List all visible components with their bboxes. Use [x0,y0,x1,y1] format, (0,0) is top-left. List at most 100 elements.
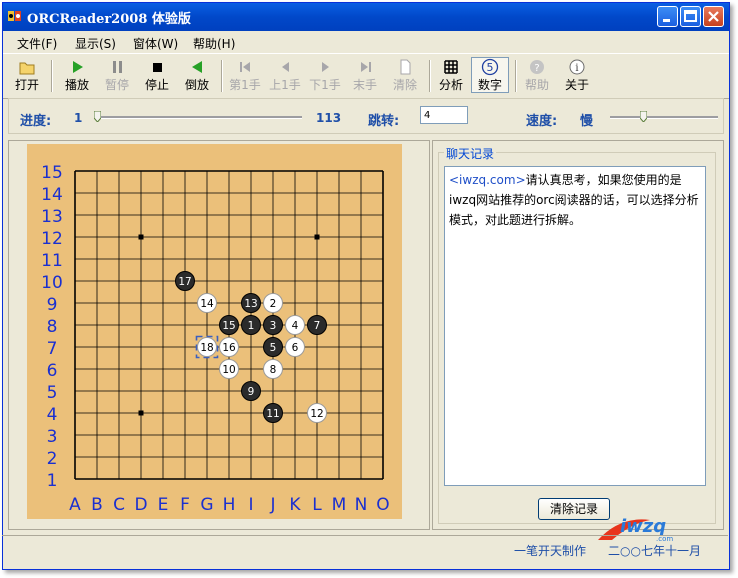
col-label: B [91,495,103,515]
row-label: 2 [47,449,58,469]
svg-text:i: i [575,63,578,74]
stone-number: 4 [292,320,299,332]
progress-slider[interactable] [94,116,302,119]
row-label: 9 [47,295,58,315]
row-label: 8 [47,317,58,337]
maximize-button[interactable] [680,6,701,27]
stop-label: 停止 [144,78,169,92]
title-bar[interactable]: ORCReader2008 体验版 [3,3,729,31]
close-button[interactable] [703,6,724,27]
app-icon [8,11,21,21]
stone-number: 3 [270,320,277,332]
play-button[interactable]: 播放 [59,58,95,94]
progress-min: 1 [74,111,83,125]
stone-number: 9 [248,386,255,398]
minimize-icon [663,19,670,22]
row-label: 11 [41,251,63,271]
reverse-button[interactable]: 倒放 [179,58,215,94]
stone-number: 15 [222,320,235,332]
next-icon [322,62,329,72]
next-move-button[interactable]: 下1手 [307,58,343,94]
row-label: 1 [47,471,58,491]
about-label: 关于 [564,78,589,92]
open-button[interactable]: 打开 [11,58,43,94]
grid-icon [444,60,458,74]
stone-number: 10 [222,364,235,376]
menu-window[interactable]: 窗体(W) [133,35,178,52]
analyze-label: 分析 [438,78,463,92]
speed-label: 速度: [526,114,558,129]
col-label: G [200,495,213,515]
close-icon [708,11,719,22]
menu-view[interactable]: 显示(S) [75,35,116,52]
stone-number: 2 [270,298,277,310]
progress-label: 进度: [20,114,52,129]
prev-move-button[interactable]: 上1手 [267,58,303,94]
stone-number: 17 [178,276,191,288]
go-board[interactable]: 15 14 13 12 11 10 9 8 7 6 5 4 3 2 1 A B C D E F G H I J K L M N O 1 2 3 4… [27,144,402,519]
folder-icon [19,62,35,75]
stone-number: 16 [222,342,236,354]
stone-number: 14 [200,298,214,310]
col-label: J [269,495,275,515]
status-author: 一笔开天制作 [514,544,587,558]
first-move-button[interactable]: 第1手 [227,58,263,94]
col-label: M [332,495,347,515]
col-label: N [355,495,368,515]
clear-label: 清除 [392,78,417,92]
pause-button[interactable]: 暂停 [99,58,135,94]
svg-text:iwzq: iwzq [620,516,666,537]
prev-icon [282,62,289,72]
last-move-button[interactable]: 末手 [347,58,383,94]
row-label: 6 [47,361,58,381]
row-label: 5 [47,383,58,403]
col-label: O [376,495,389,515]
col-label: H [223,495,236,515]
progress-max: 113 [316,111,342,125]
minimize-button[interactable] [657,6,678,27]
window-title: ORCReader2008 体验版 [27,12,191,27]
reverse-play-icon [192,61,202,73]
stop-icon [153,63,162,72]
stone-number: 12 [310,408,323,420]
board-grid[interactable]: 151413121110987654321A B C D E F G H I J K L M N O123 4… [27,144,402,519]
toolbar: 打开 播放 暂停 停止 倒放 第1手 上1手 下1手 末手 清除 分析 5 数字… [3,53,729,99]
play-label: 播放 [64,78,89,92]
prev-move-label: 上1手 [269,78,301,92]
chat-log[interactable]: <iwzq.com>请认真思考，如果您使用的是iwzq网站推荐的orc阅读器的话… [444,166,706,486]
stone-number: 13 [244,298,257,310]
first-move-label: 第1手 [229,78,261,92]
col-label: E [158,495,169,515]
reverse-label: 倒放 [184,78,209,92]
row-label: 3 [47,427,58,447]
about-button[interactable]: i 关于 [559,58,595,94]
clear-button[interactable]: 清除 [387,58,423,94]
row-label: 13 [41,207,63,227]
svg-text:?: ? [534,63,539,74]
progress-slider-thumb[interactable] [94,111,101,122]
help-button[interactable]: ? 帮助 [519,58,555,94]
speed-slider[interactable] [610,116,718,119]
next-move-label: 下1手 [309,78,341,92]
menu-help[interactable]: 帮助(H) [193,35,235,52]
circled-number-icon: 5 [481,58,499,76]
jump-input[interactable]: 4 [420,106,468,124]
menu-bar: 文件(F) 显示(S) 窗体(W) 帮助(H) [3,32,729,52]
stone-number: 1 [248,320,255,332]
status-divider [2,535,728,536]
col-label: C [113,495,125,515]
maximize-icon [684,10,697,22]
pause-icon [113,61,122,73]
col-label: A [69,495,81,515]
speed-slider-thumb[interactable] [640,111,647,122]
menu-file[interactable]: 文件(F) [17,35,57,52]
svg-text:5: 5 [487,61,494,74]
analyze-button[interactable]: 分析 [435,58,467,94]
last-move-label: 末手 [352,78,377,92]
chat-link[interactable]: <iwzq.com> [449,173,526,187]
col-label: K [289,495,301,515]
jump-label: 跳转: [368,114,400,129]
stop-button[interactable]: 停止 [139,58,175,94]
number-button[interactable]: 5 数字 [471,57,509,93]
stone-number: 6 [292,342,299,354]
